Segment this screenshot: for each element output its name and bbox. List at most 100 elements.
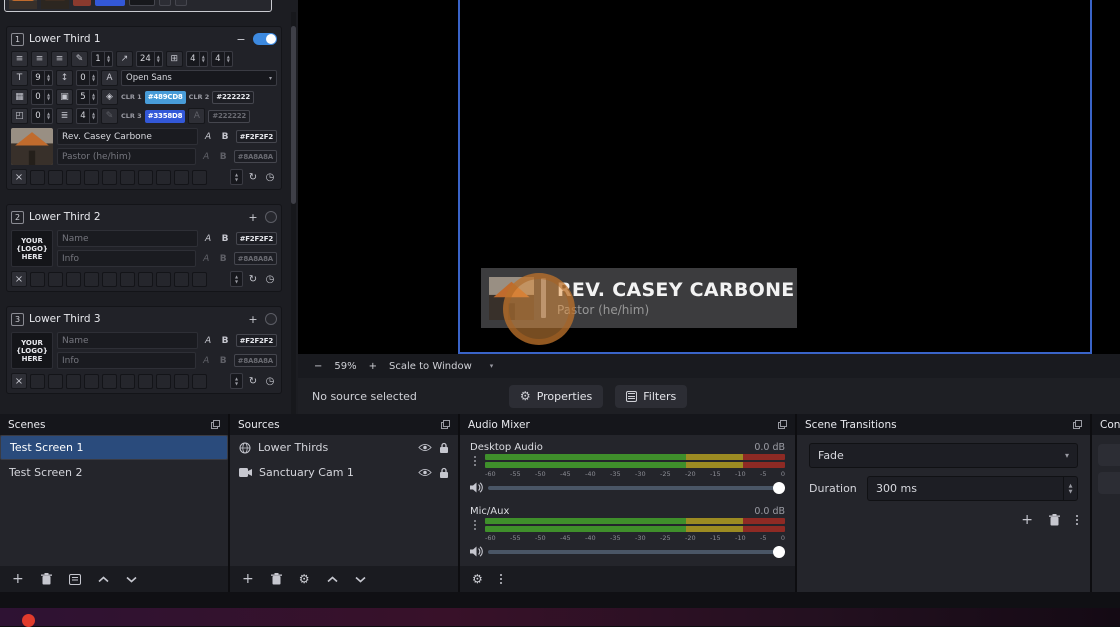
add-transition-button[interactable]: + <box>1021 513 1033 527</box>
clear-button[interactable]: × <box>11 169 27 185</box>
clipped-button[interactable] <box>159 0 171 6</box>
filters-button[interactable]: Filters <box>615 385 687 408</box>
volume-slider[interactable] <box>488 482 785 494</box>
align-center-icon[interactable]: ≡ <box>31 51 48 67</box>
visibility-toggle-off[interactable] <box>265 313 277 325</box>
clear-button[interactable]: × <box>11 373 27 389</box>
frame-slot[interactable] <box>174 272 189 287</box>
frame-slot[interactable] <box>192 170 207 185</box>
logo-placeholder[interactable]: YOUR {LOGO} HERE <box>11 332 53 369</box>
volume-slider-knob[interactable] <box>773 546 785 558</box>
add-scene-button[interactable]: + <box>12 572 24 586</box>
text-height-icon[interactable]: T <box>11 70 28 86</box>
expand-section-button[interactable]: + <box>246 211 260 224</box>
clr2-swatch[interactable]: #222222 <box>212 91 254 104</box>
info-color-swatch[interactable]: #8A8A8A <box>234 354 277 367</box>
layers-stepper[interactable]: 5▲▼ <box>76 89 98 105</box>
line-spacing-stepper[interactable]: 0▲▼ <box>76 70 98 86</box>
frame-slot[interactable] <box>66 272 81 287</box>
logo-placeholder[interactable]: YOUR {LOGO} HERE <box>11 230 53 267</box>
source-properties-icon[interactable]: ⚙ <box>299 573 310 585</box>
frame-slot[interactable] <box>66 170 81 185</box>
frame-slot[interactable] <box>30 272 45 287</box>
align-left-icon[interactable]: ≡ <box>11 51 28 67</box>
visibility-toggle-off[interactable] <box>265 211 277 223</box>
mixer-menu-icon[interactable] <box>500 574 502 584</box>
scene-filters-icon[interactable] <box>69 574 81 585</box>
clr3-swatch[interactable]: #3358D8 <box>145 110 186 123</box>
frame-slot[interactable] <box>84 170 99 185</box>
speaker-icon[interactable] <box>470 546 483 557</box>
frame-slot[interactable] <box>84 272 99 287</box>
name-field[interactable]: Rev. Casey Carbone <box>57 128 198 145</box>
font-size-stepper[interactable]: 24▲▼ <box>136 51 163 67</box>
mini-stepper[interactable]: ▲▼ <box>230 271 243 287</box>
eye-icon[interactable] <box>418 468 432 477</box>
refresh-icon[interactable]: ↻ <box>246 376 260 387</box>
info-field[interactable]: Pastor (he/him) <box>57 148 196 165</box>
info-color-swatch[interactable]: #8A8A8A <box>234 150 277 163</box>
remove-source-button[interactable] <box>271 573 282 585</box>
undock-icon[interactable] <box>211 420 220 429</box>
frame-slot[interactable] <box>120 374 135 389</box>
info-color-swatch[interactable]: #8A8A8A <box>234 252 277 265</box>
move-scene-down-button[interactable] <box>126 576 137 583</box>
collapse-button[interactable]: − <box>234 33 248 46</box>
border-width-icon[interactable]: ≣ <box>56 108 73 124</box>
chevron-down-icon[interactable]: ▾ <box>490 362 494 370</box>
name-color-swatch[interactable]: #F2F2F2 <box>236 334 277 347</box>
frame-slot[interactable] <box>138 170 153 185</box>
duration-input[interactable]: 300 ms ▲▼ <box>867 476 1078 501</box>
lock-icon[interactable] <box>439 442 449 454</box>
expand-icon[interactable]: ⊞ <box>166 51 183 67</box>
mini-stepper[interactable]: ▲▼ <box>230 373 243 389</box>
corner-radius-stepper[interactable]: 0▲▼ <box>31 108 53 124</box>
padding-x-stepper[interactable]: 4▲▼ <box>186 51 208 67</box>
italic-icon[interactable]: A <box>202 336 215 346</box>
frame-slot[interactable] <box>192 374 207 389</box>
eye-icon[interactable] <box>418 443 432 452</box>
move-source-up-button[interactable] <box>327 576 338 583</box>
padding-y-stepper[interactable]: 4▲▼ <box>211 51 233 67</box>
clipped-color-chip[interactable] <box>95 0 125 6</box>
refresh-icon[interactable]: ↻ <box>246 274 260 285</box>
image-icon[interactable]: ▦ <box>11 89 28 105</box>
clipped-control-button[interactable] <box>1098 472 1120 494</box>
frame-slot[interactable] <box>48 170 63 185</box>
transition-select[interactable]: Fade ▾ <box>809 443 1078 468</box>
add-source-button[interactable]: + <box>242 572 254 586</box>
clr1-swatch[interactable]: #489CD8 <box>145 91 186 104</box>
frame-slot[interactable] <box>138 374 153 389</box>
undock-icon[interactable] <box>778 420 787 429</box>
frame-slot[interactable] <box>48 374 63 389</box>
zoom-out-button[interactable]: − <box>314 361 322 372</box>
frame-slot[interactable] <box>84 374 99 389</box>
clipped-button[interactable] <box>175 0 187 6</box>
expand-section-button[interactable]: + <box>246 313 260 326</box>
scene-item[interactable]: Test Screen 2 <box>0 460 228 485</box>
frame-slot[interactable] <box>30 374 45 389</box>
clipped-control-button[interactable] <box>1098 444 1120 466</box>
timer-icon[interactable]: ◷ <box>263 274 277 285</box>
frame-slot[interactable] <box>102 170 117 185</box>
scale-mode-select[interactable]: Scale to Window <box>389 361 472 372</box>
text-size-stepper[interactable]: 9▲▼ <box>31 70 53 86</box>
transition-properties-icon[interactable] <box>1076 515 1078 525</box>
frame-slot[interactable] <box>156 374 171 389</box>
frame-slot[interactable] <box>120 272 135 287</box>
italic-icon[interactable]: A <box>202 234 215 244</box>
properties-button[interactable]: ⚙ Properties <box>509 385 603 408</box>
layers-icon[interactable]: ▣ <box>56 89 73 105</box>
frame-slot[interactable] <box>66 374 81 389</box>
pen-icon[interactable]: ✎ <box>71 51 88 67</box>
source-item[interactable]: Sanctuary Cam 1 <box>230 460 458 485</box>
remove-transition-button[interactable] <box>1049 514 1060 526</box>
zoom-in-button[interactable]: + <box>369 361 377 372</box>
channel-menu-icon[interactable] <box>470 518 480 530</box>
bold-icon[interactable]: B <box>219 132 232 142</box>
scrollbar-thumb[interactable] <box>291 26 296 204</box>
frame-slot[interactable] <box>174 170 189 185</box>
bold-icon[interactable]: B <box>219 336 232 346</box>
frame-slot[interactable] <box>120 170 135 185</box>
frame-slot[interactable] <box>156 170 171 185</box>
